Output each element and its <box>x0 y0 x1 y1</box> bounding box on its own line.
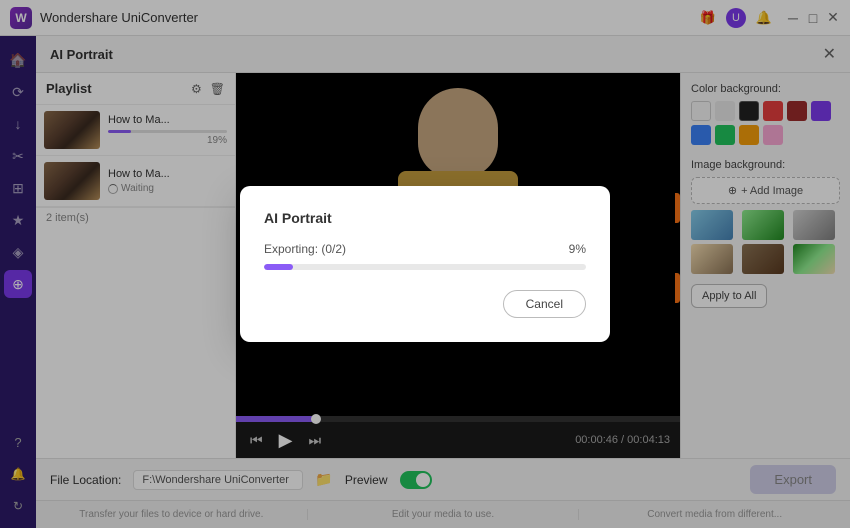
modal-export-label: Exporting: (0/2) <box>264 242 346 256</box>
modal-overlay: AI Portrait Exporting: (0/2) 9% Cancel <box>0 0 850 528</box>
modal-percent: 9% <box>569 242 586 256</box>
export-modal: AI Portrait Exporting: (0/2) 9% Cancel <box>240 186 610 342</box>
modal-actions: Cancel <box>264 290 586 318</box>
modal-progress-fill <box>264 264 293 270</box>
modal-export-info: Exporting: (0/2) 9% <box>264 242 586 256</box>
modal-progress-track <box>264 264 586 270</box>
cancel-button[interactable]: Cancel <box>503 290 586 318</box>
modal-title: AI Portrait <box>264 210 586 226</box>
